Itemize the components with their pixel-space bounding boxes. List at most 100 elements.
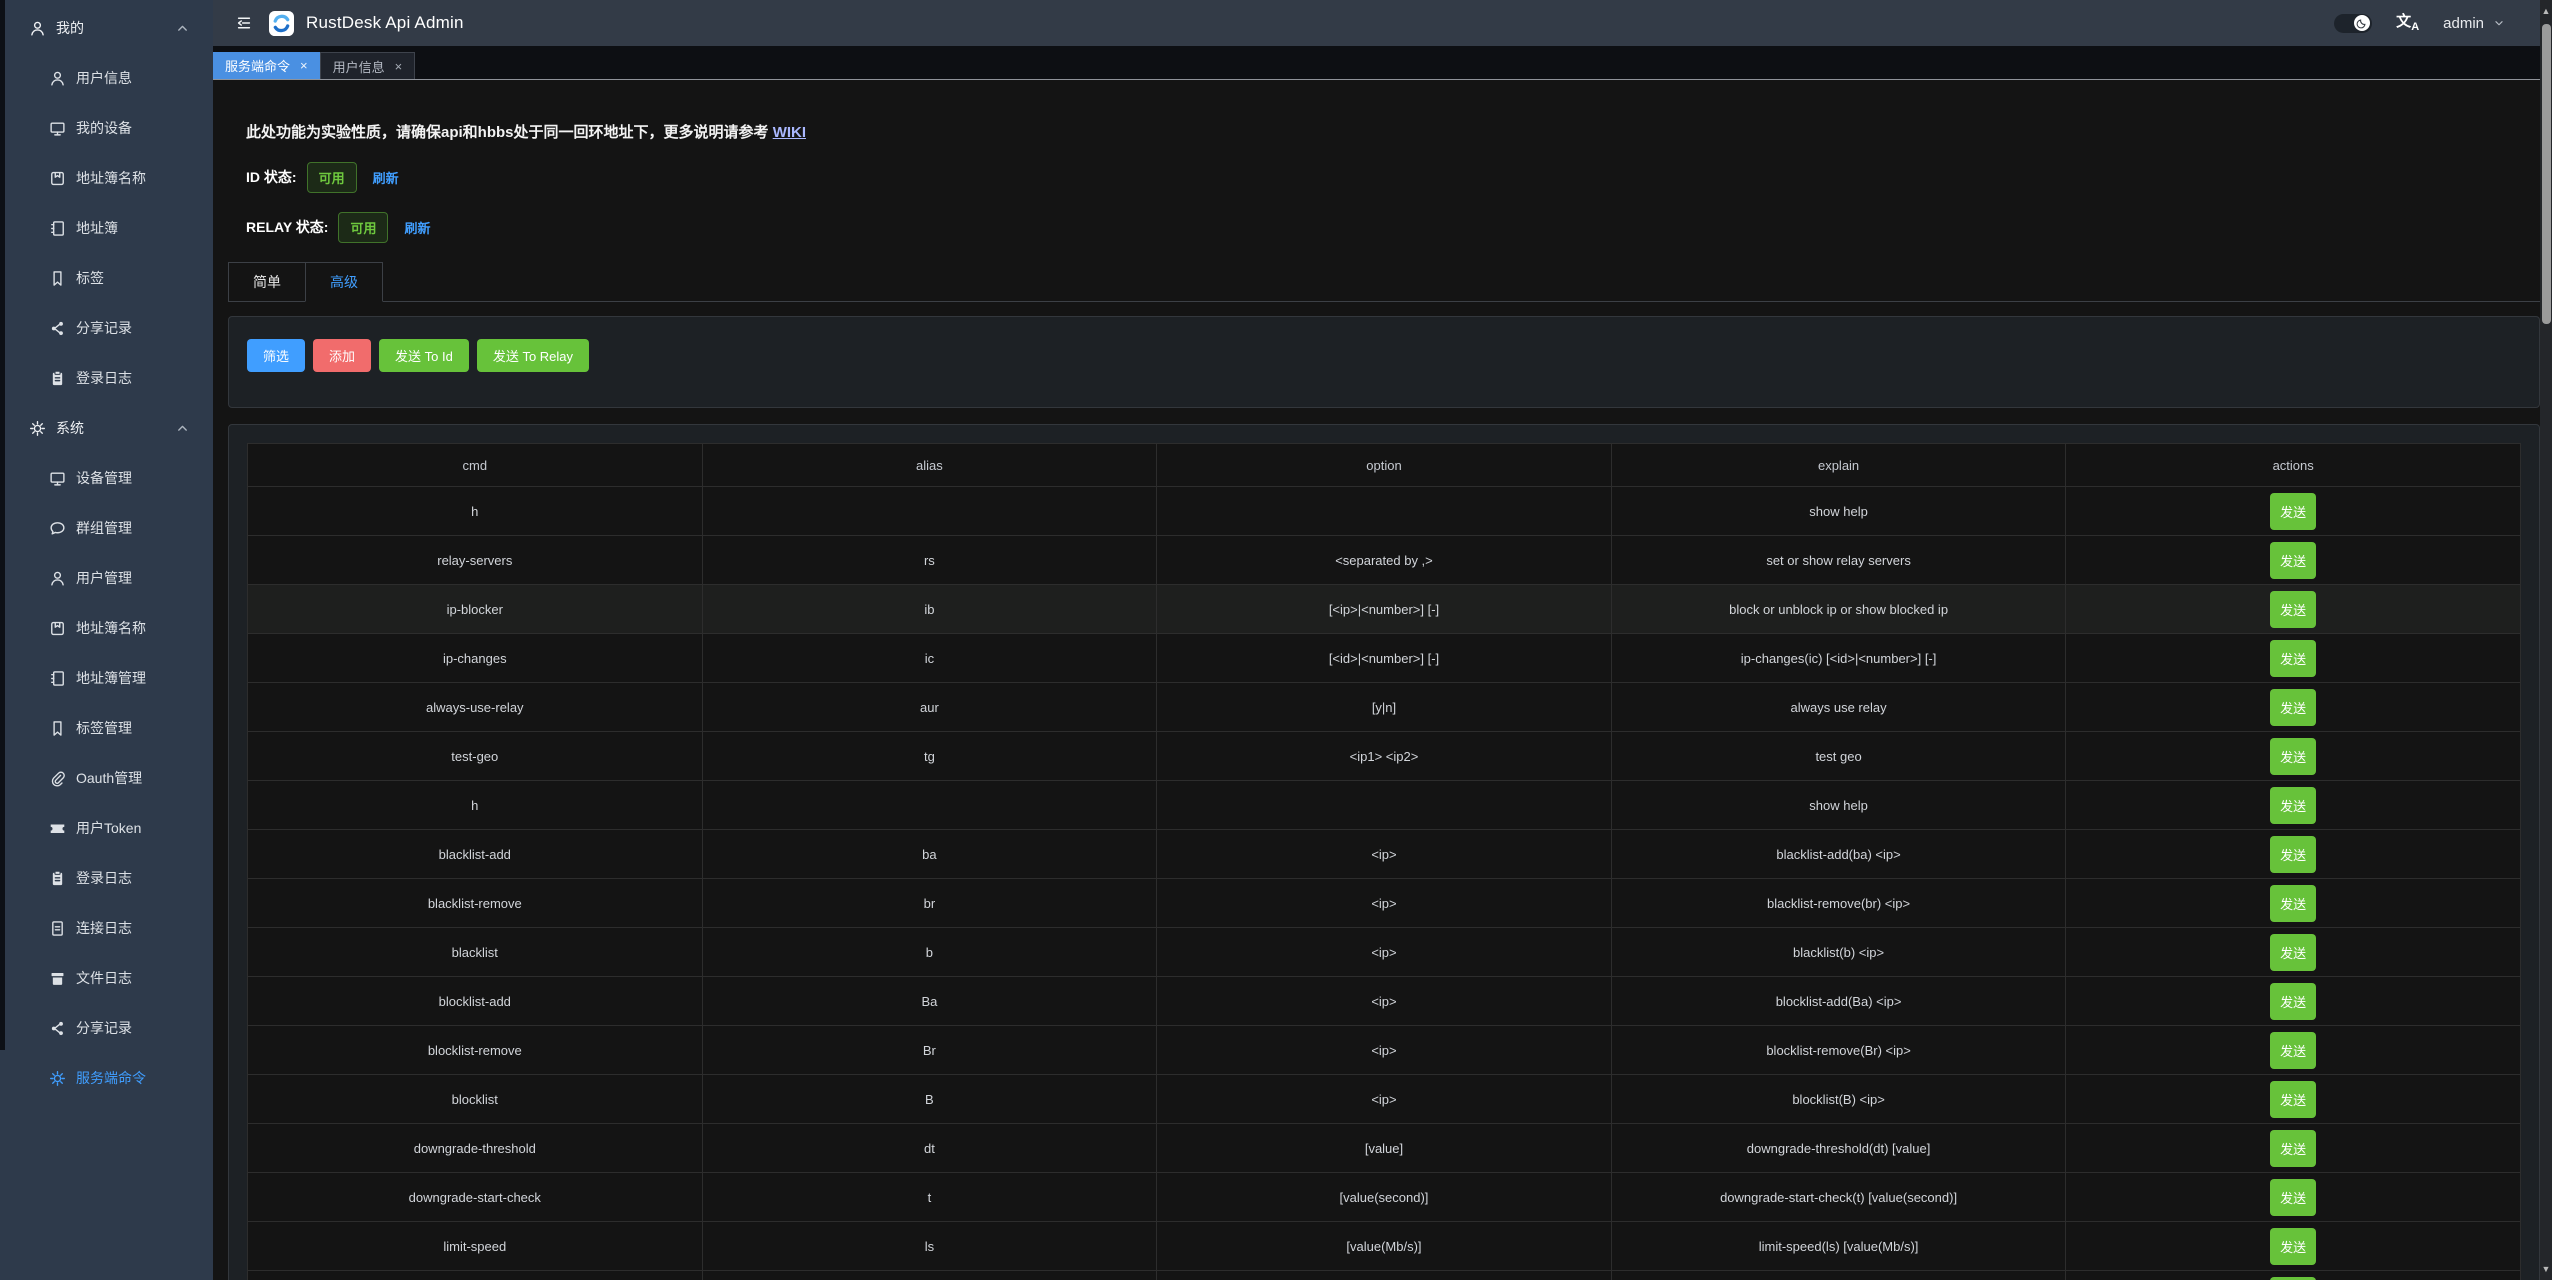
translate-icon[interactable]: 文A [2396, 14, 2419, 33]
close-icon[interactable]: × [300, 59, 308, 72]
sidebar-collapse-icon[interactable] [235, 14, 253, 32]
sidebar-item-分享记录[interactable]: 分享记录 [5, 1003, 213, 1053]
send-button[interactable]: 发送 [2270, 885, 2316, 922]
table-cell: limit-speed(ls) [value(Mb/s)] [1611, 1222, 2066, 1271]
table-cell-actions: 发送 [2066, 928, 2521, 977]
doc-icon [49, 920, 66, 937]
send-button[interactable]: 发送 [2270, 934, 2316, 971]
sidebar-item-地址簿[interactable]: 地址簿 [5, 203, 213, 253]
table-cell: [value(second)] [1157, 1173, 1612, 1222]
sidebar-section-1[interactable]: 系统 [5, 403, 213, 453]
chevron-up-icon [174, 420, 191, 437]
refresh-link[interactable]: 刷新 [373, 168, 399, 187]
content-tab-高级[interactable]: 高级 [305, 262, 383, 302]
send-button[interactable]: 发送 [2270, 591, 2316, 628]
notebook-icon [49, 670, 66, 687]
table-cell: blocklist-add(Ba) <ip> [1611, 977, 2066, 1026]
sidebar-item-标签[interactable]: 标签 [5, 253, 213, 303]
send-button[interactable]: 发送 [2270, 640, 2316, 677]
wiki-link[interactable]: WIKI [773, 124, 806, 141]
sidebar-item-label: 文件日志 [76, 968, 132, 988]
user-icon [49, 70, 66, 87]
sidebar-item-label: 设备管理 [76, 468, 132, 488]
column-header-explain: explain [1611, 444, 2066, 487]
gear-icon [29, 420, 46, 437]
sidebar-item-文件日志[interactable]: 文件日志 [5, 953, 213, 1003]
table-cell-actions: 发送 [2066, 879, 2521, 928]
theme-toggle[interactable] [2334, 14, 2372, 33]
refresh-link[interactable]: 刷新 [404, 218, 430, 237]
app-root: RustDesk Api Admin 文A admin 服务端命令×用户信息× … [0, 0, 2552, 1280]
sidebar-item-连接日志[interactable]: 连接日志 [5, 903, 213, 953]
scroll-up-icon[interactable]: ▲ [2540, 6, 2552, 16]
table-cell: downgrade-start-check(t) [value(second)] [1611, 1173, 2066, 1222]
content-tab-简单[interactable]: 简单 [228, 262, 305, 302]
table-cell: <ip1> <ip2> [1157, 732, 1612, 781]
sidebar-item-分享记录[interactable]: 分享记录 [5, 303, 213, 353]
table-cell: total-bandwidth [248, 1271, 703, 1280]
sidebar-item-用户信息[interactable]: 用户信息 [5, 53, 213, 103]
toolbar-button-添加[interactable]: 添加 [313, 339, 371, 372]
sidebar-item-Oauth管理[interactable]: Oauth管理 [5, 753, 213, 803]
table-cell: limit-speed [248, 1222, 703, 1271]
column-header-actions: actions [2066, 444, 2521, 487]
sidebar-item-label: 用户Token [76, 818, 141, 838]
table-cell: show help [1611, 781, 2066, 830]
table-cell: relay-servers [248, 536, 703, 585]
sidebar-item-地址簿管理[interactable]: 地址簿管理 [5, 653, 213, 703]
table-cell-actions: 发送 [2066, 1124, 2521, 1173]
send-button[interactable]: 发送 [2270, 787, 2316, 824]
sidebar-item-服务端命令[interactable]: 服务端命令 [5, 1053, 213, 1103]
send-button[interactable]: 发送 [2270, 738, 2316, 775]
send-button[interactable]: 发送 [2270, 689, 2316, 726]
table-cell: blacklist-add(ba) <ip> [1611, 830, 2066, 879]
sidebar-item-登录日志[interactable]: 登录日志 [5, 853, 213, 903]
toolbar-button-发送 To Id[interactable]: 发送 To Id [379, 339, 469, 372]
table-cell: ba [702, 830, 1157, 879]
sidebar-item-地址簿名称[interactable]: 地址簿名称 [5, 603, 213, 653]
send-button[interactable]: 发送 [2270, 1032, 2316, 1069]
send-button[interactable]: 发送 [2270, 493, 2316, 530]
table-cell [702, 487, 1157, 536]
sidebar-section-label: 我的 [56, 18, 84, 38]
sidebar-item-用户Token[interactable]: 用户Token [5, 803, 213, 853]
sidebar-section-0[interactable]: 我的 [5, 3, 213, 53]
column-header-cmd: cmd [248, 444, 703, 487]
table-cell: test geo [1611, 732, 2066, 781]
window-tab-label: 用户信息 [333, 57, 385, 76]
sidebar-item-label: 地址簿管理 [76, 668, 146, 688]
send-button[interactable]: 发送 [2270, 836, 2316, 873]
user-menu[interactable]: admin [2443, 15, 2506, 32]
table-cell: ls [702, 1222, 1157, 1271]
clipboard-icon [49, 370, 66, 387]
chevron-up-icon [174, 20, 191, 37]
sidebar-item-设备管理[interactable]: 设备管理 [5, 453, 213, 503]
sidebar-item-登录日志[interactable]: 登录日志 [5, 353, 213, 403]
sidebar-item-我的设备[interactable]: 我的设备 [5, 103, 213, 153]
sidebar-item-地址簿名称[interactable]: 地址簿名称 [5, 153, 213, 203]
toolbar-button-发送 To Relay[interactable]: 发送 To Relay [477, 339, 589, 372]
send-button[interactable]: 发送 [2270, 1130, 2316, 1167]
sidebar-item-label: 标签管理 [76, 718, 132, 738]
send-button[interactable]: 发送 [2270, 542, 2316, 579]
table-cell-actions: 发送 [2066, 1075, 2521, 1124]
share-icon [49, 320, 66, 337]
scrollbar-thumb[interactable] [2542, 24, 2551, 324]
send-button[interactable]: 发送 [2270, 1277, 2316, 1280]
send-button[interactable]: 发送 [2270, 1081, 2316, 1118]
send-button[interactable]: 发送 [2270, 1179, 2316, 1216]
sidebar-item-用户管理[interactable]: 用户管理 [5, 553, 213, 603]
page-scrollbar[interactable]: ▲ ▼ [2540, 0, 2552, 1280]
send-button[interactable]: 发送 [2270, 983, 2316, 1020]
table-cell: ip-changes(ic) [<id>|<number>] [-] [1611, 634, 2066, 683]
sidebar-item-群组管理[interactable]: 群组管理 [5, 503, 213, 553]
window-tab-服务端命令[interactable]: 服务端命令× [213, 52, 320, 79]
sidebar-item-label: 用户信息 [76, 68, 132, 88]
close-icon[interactable]: × [395, 60, 403, 73]
toolbar-button-筛选[interactable]: 筛选 [247, 339, 305, 372]
window-tab-用户信息[interactable]: 用户信息 × [320, 52, 416, 79]
sidebar-item-标签管理[interactable]: 标签管理 [5, 703, 213, 753]
table-row: downgrade-start-checkt[value(second)]dow… [248, 1173, 2521, 1222]
scroll-down-icon[interactable]: ▼ [2540, 1264, 2552, 1274]
send-button[interactable]: 发送 [2270, 1228, 2316, 1265]
